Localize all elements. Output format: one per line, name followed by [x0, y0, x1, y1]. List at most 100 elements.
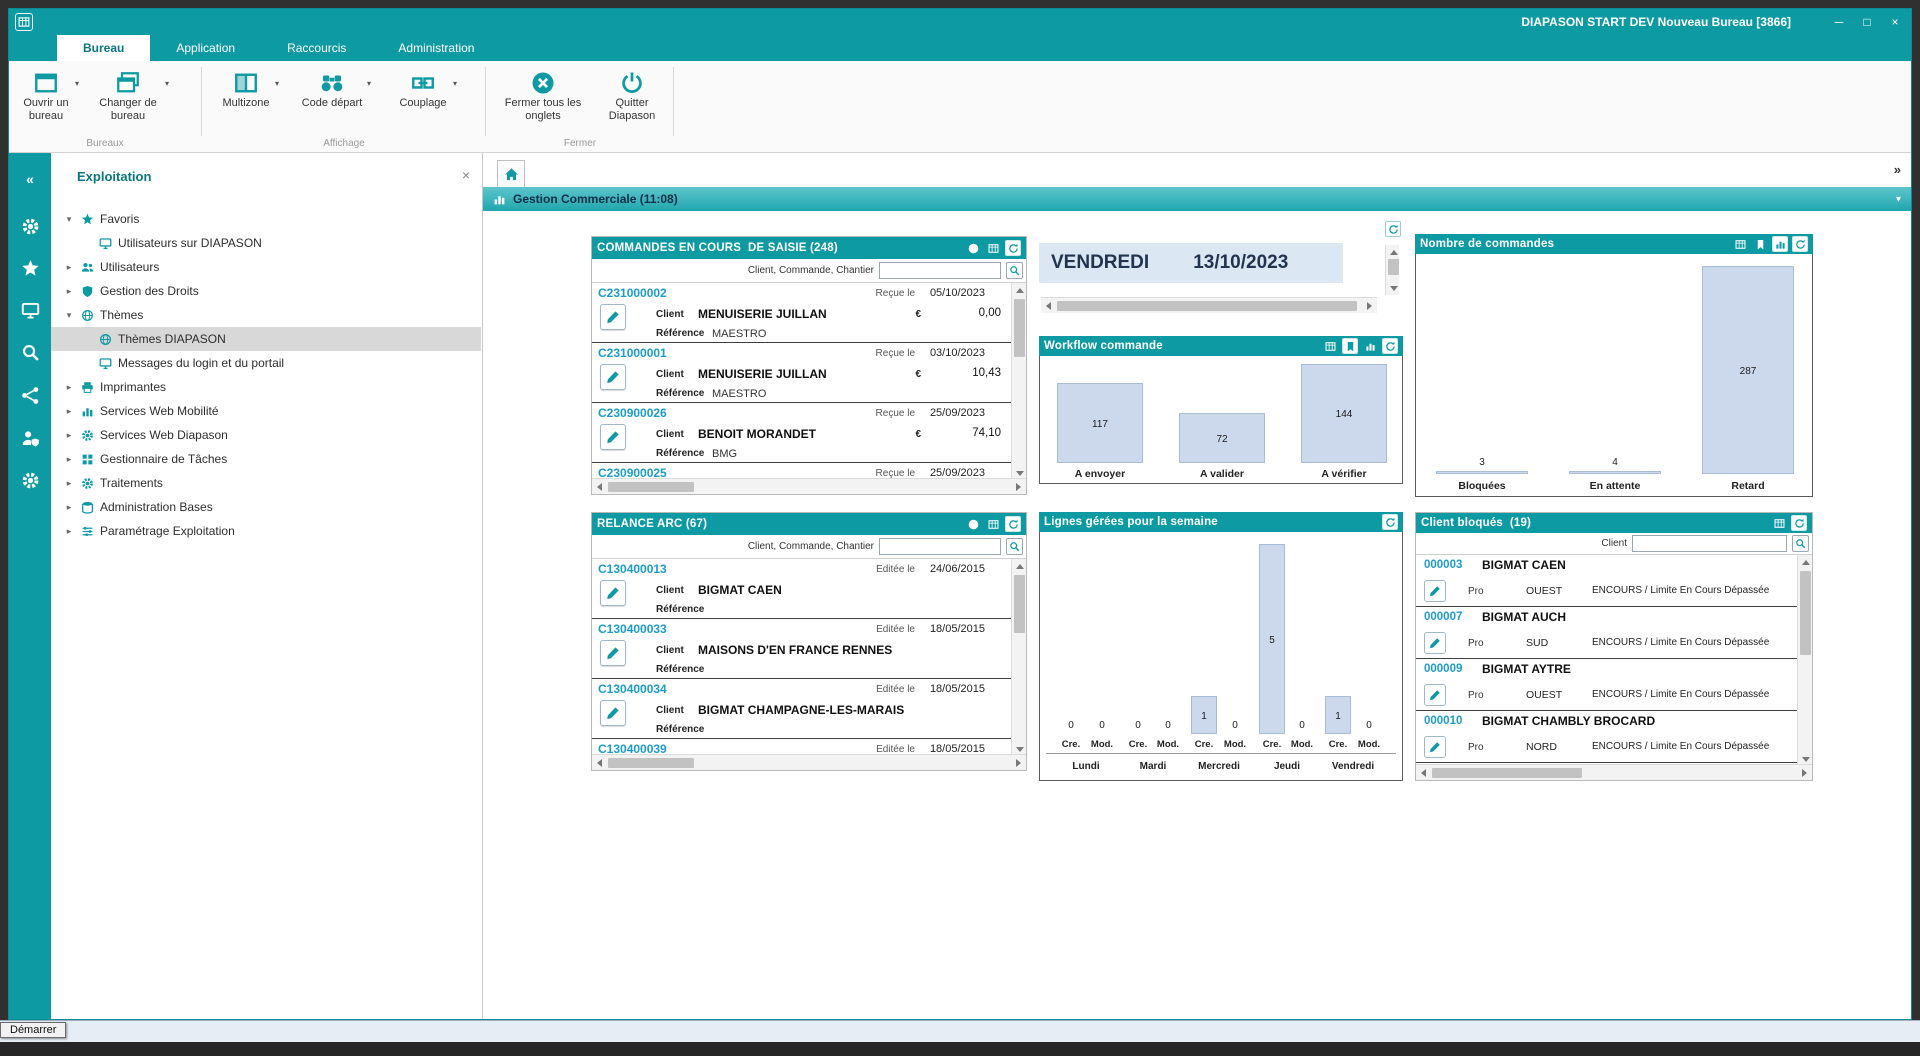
expand-caret-icon[interactable]: ▸	[63, 406, 75, 417]
flag-view-icon[interactable]	[1752, 236, 1768, 252]
edit-order-button[interactable]	[600, 700, 626, 726]
network-icon[interactable]	[9, 386, 51, 405]
order-row[interactable]: C231000002 Reçue le 05/10/2023 Client ME…	[592, 283, 1011, 343]
refresh-icon[interactable]	[1792, 236, 1808, 252]
edit-client-button[interactable]	[1424, 684, 1446, 706]
vertical-scrollbar[interactable]	[1011, 559, 1026, 756]
ribbon-tab-bureau[interactable]: Bureau	[57, 35, 150, 61]
ribbon-tab-application[interactable]: Application	[150, 35, 261, 61]
vertical-scrollbar[interactable]	[1385, 245, 1399, 295]
favorites-icon[interactable]	[9, 259, 51, 278]
scroll-up-button[interactable]	[1798, 555, 1813, 569]
order-number-link[interactable]: C231000002	[598, 286, 667, 300]
multizone-button[interactable]: ▾ Multizone	[215, 65, 277, 141]
client-row[interactable]: 000010 BIGMAT CHAMBLY BROCARD Pro NORD E…	[1416, 711, 1797, 763]
refresh-icon[interactable]	[1005, 240, 1021, 256]
taskbar[interactable]: Démarrer	[0, 1020, 1920, 1042]
search-icon[interactable]	[1006, 262, 1023, 279]
table-view-icon[interactable]	[1771, 515, 1787, 531]
admin-settings-icon[interactable]	[9, 471, 51, 490]
client-code-link[interactable]: 000007	[1424, 611, 1462, 623]
collapse-panel-button[interactable]: «	[9, 171, 51, 187]
nav-item-utilisateurs[interactable]: ▸ Utilisateurs	[51, 255, 481, 279]
ribbon-tab-administration[interactable]: Administration	[372, 35, 500, 61]
order-number-link[interactable]: C130400033	[598, 622, 667, 636]
table-view-icon[interactable]	[1732, 236, 1748, 252]
expand-caret-icon[interactable]: ▸	[63, 526, 75, 537]
refresh-icon[interactable]	[1385, 221, 1401, 237]
table-view-icon[interactable]	[1322, 338, 1338, 354]
add-icon[interactable]	[965, 240, 981, 256]
commandes-search-input[interactable]	[879, 262, 1001, 279]
order-row[interactable]: C130400033 Editée le 18/05/2015 Client M…	[592, 619, 1011, 679]
search-icon[interactable]	[1792, 535, 1809, 552]
table-view-icon[interactable]	[985, 516, 1001, 532]
refresh-icon[interactable]	[1791, 515, 1807, 531]
order-number-link[interactable]: C230900026	[598, 406, 667, 420]
expand-caret-icon[interactable]: ▸	[63, 502, 75, 513]
dropdown-caret-icon[interactable]: ▾	[453, 79, 457, 88]
maximize-button[interactable]: □	[1857, 12, 1877, 32]
refresh-icon[interactable]	[1005, 516, 1021, 532]
nav-item-utilisateurs-diapason[interactable]: Utilisateurs sur DIAPASON	[51, 231, 481, 255]
user-admin-icon[interactable]	[9, 429, 51, 448]
chart-view-icon[interactable]	[1362, 338, 1378, 354]
vertical-scrollbar[interactable]	[1797, 555, 1812, 766]
ouvrir-bureau-button[interactable]: ▾ Ouvrir un bureau	[15, 65, 77, 141]
horizontal-scrollbar[interactable]	[1416, 764, 1812, 780]
bar-bloquees[interactable]	[1436, 471, 1528, 474]
scrollbar-thumb[interactable]	[1014, 299, 1025, 357]
order-row[interactable]: C231000001 Reçue le 03/10/2023 Client ME…	[592, 343, 1011, 403]
scroll-right-button[interactable]	[1362, 298, 1377, 313]
client-row[interactable]: 000009 BIGMAT AYTRE Pro OUEST ENCOURS / …	[1416, 659, 1797, 711]
nav-item-themes[interactable]: ▾ Thèmes	[51, 303, 481, 327]
scroll-left-button[interactable]	[592, 479, 607, 494]
edit-order-button[interactable]	[600, 364, 626, 390]
scrollbar-thumb[interactable]	[1388, 259, 1399, 275]
code-depart-button[interactable]: ▾ Code départ	[295, 65, 369, 141]
scroll-right-button[interactable]	[1011, 755, 1026, 770]
scrollbar-thumb[interactable]	[1800, 571, 1811, 655]
edit-client-button[interactable]	[1424, 736, 1446, 758]
scroll-right-button[interactable]	[1797, 765, 1812, 780]
search-icon[interactable]	[9, 343, 51, 362]
edit-client-button[interactable]	[1424, 580, 1446, 602]
couplage-button[interactable]: ▾ Couplage	[391, 65, 455, 141]
scroll-down-button[interactable]	[1386, 281, 1401, 295]
order-number-link[interactable]: C231000001	[598, 346, 667, 360]
tab-overflow-button[interactable]: »	[1894, 162, 1901, 177]
dropdown-caret-icon[interactable]: ▾	[367, 79, 371, 88]
search-icon[interactable]	[1006, 538, 1023, 555]
client-code-link[interactable]: 000009	[1424, 663, 1462, 675]
order-row[interactable]: C130400034 Editée le 18/05/2015 Client B…	[592, 679, 1011, 739]
horizontal-scrollbar[interactable]	[592, 478, 1026, 494]
expand-caret-icon[interactable]: ▸	[63, 286, 75, 297]
relance-search-input[interactable]	[879, 538, 1001, 555]
order-number-link[interactable]: C130400034	[598, 682, 667, 696]
expand-caret-icon[interactable]: ▸	[63, 262, 75, 273]
close-button[interactable]: ×	[1885, 12, 1905, 32]
edit-order-button[interactable]	[600, 424, 626, 450]
scroll-right-button[interactable]	[1011, 479, 1026, 494]
expand-caret-icon[interactable]: ▸	[63, 430, 75, 441]
vertical-scrollbar[interactable]	[1011, 283, 1026, 480]
nav-item-gestion-droits[interactable]: ▸ Gestion des Droits	[51, 279, 481, 303]
scroll-left-button[interactable]	[1041, 298, 1056, 313]
quitter-diapason-button[interactable]: Quitter Diapason	[601, 65, 663, 141]
client-code-link[interactable]: 000003	[1424, 559, 1462, 571]
refresh-icon[interactable]	[1382, 514, 1398, 530]
bar-en-attente[interactable]	[1569, 471, 1661, 474]
client-code-link[interactable]: 000010	[1424, 715, 1462, 727]
scrollbar-thumb[interactable]	[1014, 575, 1025, 633]
clients-search-input[interactable]	[1632, 535, 1787, 552]
chart-view-icon[interactable]	[1772, 236, 1788, 252]
desktop-icon[interactable]	[9, 301, 51, 320]
scrollbar-thumb[interactable]	[1432, 768, 1582, 778]
horizontal-scrollbar[interactable]	[592, 754, 1026, 770]
pane-header[interactable]: Gestion Commerciale (11:08) ▾	[483, 187, 1911, 211]
nav-item-themes-diapason[interactable]: Thèmes DIAPASON	[51, 327, 481, 351]
fermer-onglets-button[interactable]: Fermer tous les onglets	[501, 65, 585, 141]
minimize-button[interactable]: ─	[1829, 12, 1849, 32]
order-row[interactable]: C230900026 Reçue le 25/09/2023 Client BE…	[592, 403, 1011, 463]
scroll-left-button[interactable]	[1416, 765, 1431, 780]
